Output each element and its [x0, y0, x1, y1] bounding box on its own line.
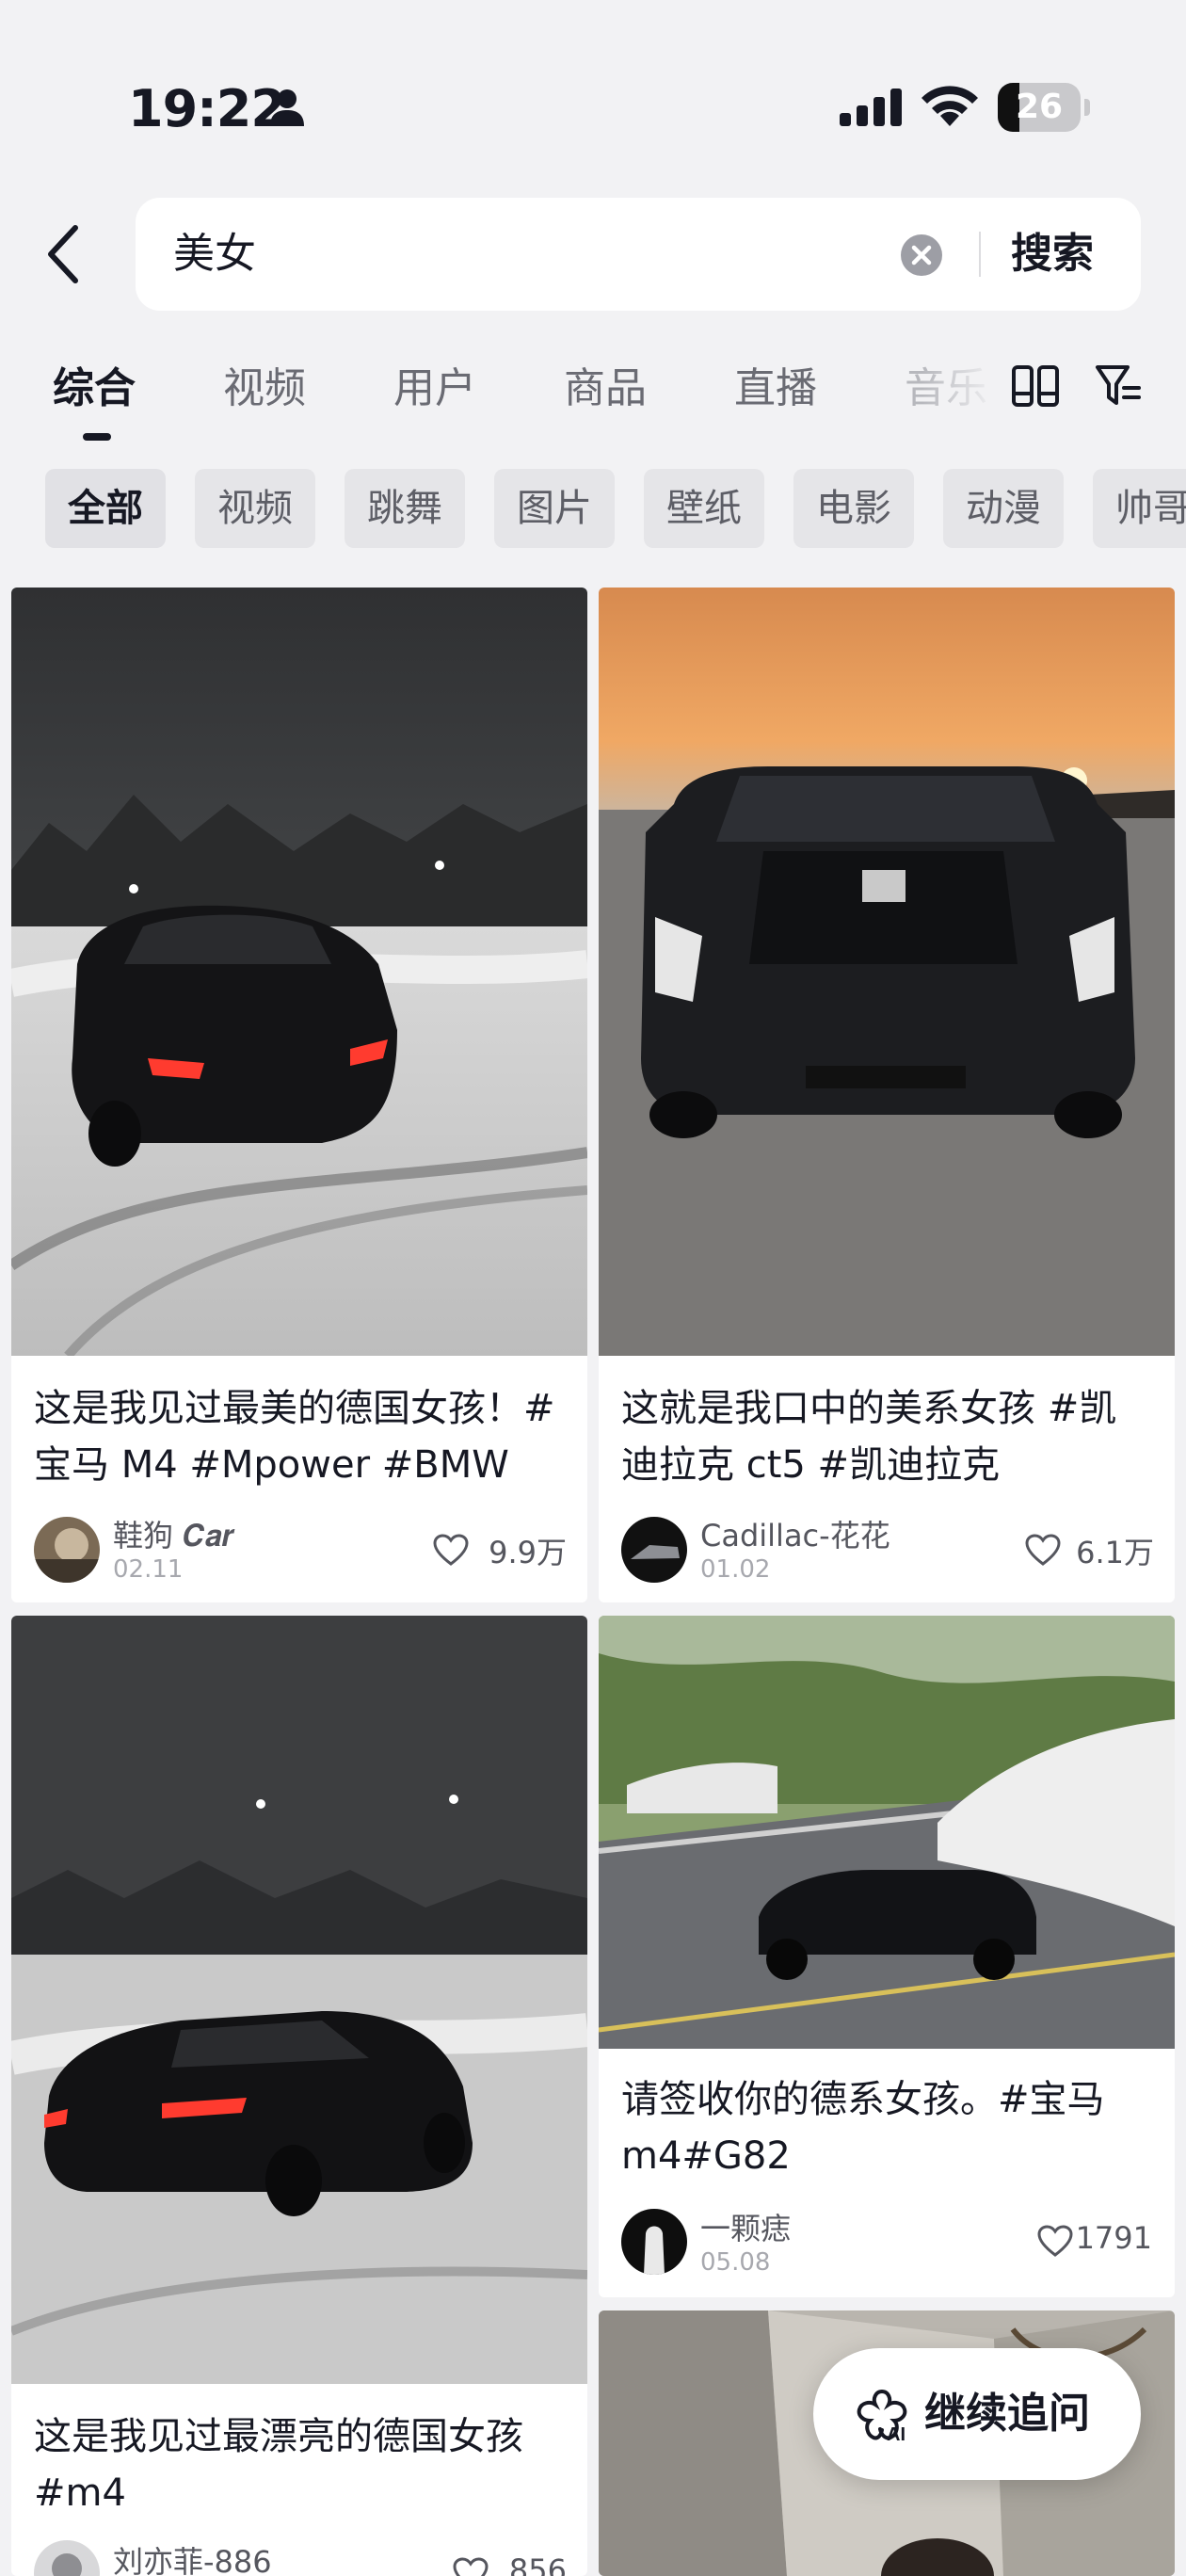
- heart-icon[interactable]: [452, 2556, 489, 2576]
- avatar[interactable]: [34, 2540, 100, 2576]
- cellular-signal-icon: [840, 89, 902, 126]
- author-name[interactable]: Cadillac-花花: [700, 1512, 890, 1555]
- tab-video[interactable]: 视频: [223, 354, 306, 414]
- feed-caption[interactable]: 请签收你的德系女孩。#宝马 m4#G82: [621, 2071, 1148, 2184]
- ai-icon-label: AI: [887, 2424, 906, 2444]
- back-arrow-icon[interactable]: [38, 218, 90, 290]
- feed-card-4[interactable]: 请签收你的德系女孩。#宝马 m4#G82 一颗痣 05.08 1791: [599, 1616, 1175, 2297]
- video-thumbnail[interactable]: [11, 1616, 587, 2384]
- feed-card-3[interactable]: 这是我见过最漂亮的德国女孩 #m4 刘亦菲-886 856: [11, 1616, 587, 2576]
- chip-anime[interactable]: 动漫: [943, 469, 1064, 548]
- tab-comprehensive[interactable]: 综合: [53, 354, 136, 414]
- category-chips: 全部 视频 跳舞 图片 壁纸 电影 动漫 帅哥: [0, 469, 1186, 548]
- like-count: 9.9万: [489, 1535, 567, 1570]
- tabs-fade-overlay: [922, 348, 998, 424]
- filter-icon[interactable]: [1094, 362, 1143, 411]
- chip-movie[interactable]: 电影: [793, 469, 914, 548]
- battery-percent: 26: [1015, 88, 1064, 126]
- heart-icon[interactable]: [1036, 2224, 1074, 2258]
- feed-caption[interactable]: 这是我见过最美的德国女孩！#宝马 M4 #Mpower #BMW: [34, 1380, 561, 1493]
- person-icon: [270, 89, 304, 126]
- video-thumbnail[interactable]: [11, 588, 587, 1356]
- like-count: 1791: [1075, 2220, 1152, 2256]
- tab-users[interactable]: 用户: [393, 354, 476, 414]
- search-input[interactable]: 美女: [173, 198, 256, 311]
- search-button[interactable]: 搜索: [1011, 198, 1094, 311]
- chip-video[interactable]: 视频: [195, 469, 315, 548]
- chip-all[interactable]: 全部: [45, 469, 166, 548]
- chip-pictures[interactable]: 图片: [494, 469, 615, 548]
- ai-follow-up-label: 继续追问: [924, 2390, 1090, 2438]
- search-divider: [979, 232, 981, 277]
- status-bar: 19:22 26: [0, 0, 1186, 188]
- double-column-layout-icon[interactable]: [1011, 363, 1060, 409]
- clear-search-icon[interactable]: [900, 233, 943, 277]
- ai-follow-up-button[interactable]: AI 继续追问: [813, 2348, 1141, 2480]
- active-tab-indicator: [83, 433, 111, 441]
- heart-icon[interactable]: [432, 1533, 470, 1567]
- ai-flower-icon: AI: [857, 2390, 907, 2444]
- status-time: 19:22: [128, 79, 286, 138]
- heart-icon[interactable]: [1024, 1533, 1062, 1567]
- feed-card-1[interactable]: 这是我见过最美的德国女孩！#宝马 M4 #Mpower #BMW 鞋狗 𝑪𝒂𝒓 …: [11, 588, 587, 1602]
- post-date: 02.11: [113, 1555, 184, 1584]
- like-count: 6.1万: [1076, 1535, 1154, 1570]
- chip-dance[interactable]: 跳舞: [345, 469, 465, 548]
- feed-caption[interactable]: 这就是我口中的美系女孩 #凯迪拉克 ct5 #凯迪拉克: [621, 1380, 1148, 1493]
- tab-products[interactable]: 商品: [564, 354, 647, 414]
- feed-card-2[interactable]: 这就是我口中的美系女孩 #凯迪拉克 ct5 #凯迪拉克 Cadillac-花花 …: [599, 588, 1175, 1602]
- avatar[interactable]: [621, 2209, 687, 2275]
- chip-handsome[interactable]: 帅哥: [1093, 469, 1186, 548]
- author-name[interactable]: 一颗痣: [700, 2205, 791, 2248]
- author-name[interactable]: 刘亦菲-886: [113, 2538, 272, 2576]
- result-type-tabs: 综合 视频 用户 商品 直播 音乐: [0, 348, 1186, 443]
- author-name[interactable]: 鞋狗 𝑪𝒂𝒓: [113, 1512, 234, 1555]
- like-count: 856: [508, 2552, 567, 2576]
- post-date: 05.08: [700, 2248, 771, 2277]
- battery-indicator: 26: [998, 83, 1090, 132]
- avatar[interactable]: [34, 1517, 100, 1583]
- tab-live[interactable]: 直播: [734, 354, 817, 414]
- video-thumbnail[interactable]: [599, 588, 1175, 1356]
- search-bar[interactable]: 美女 搜索: [136, 198, 1141, 311]
- wifi-icon: [922, 86, 978, 126]
- chip-wallpaper[interactable]: 壁纸: [644, 469, 764, 548]
- video-thumbnail[interactable]: [599, 1616, 1175, 2049]
- avatar[interactable]: [621, 1517, 687, 1583]
- post-date: 01.02: [700, 1555, 771, 1584]
- feed-caption[interactable]: 这是我见过最漂亮的德国女孩 #m4: [34, 2408, 561, 2521]
